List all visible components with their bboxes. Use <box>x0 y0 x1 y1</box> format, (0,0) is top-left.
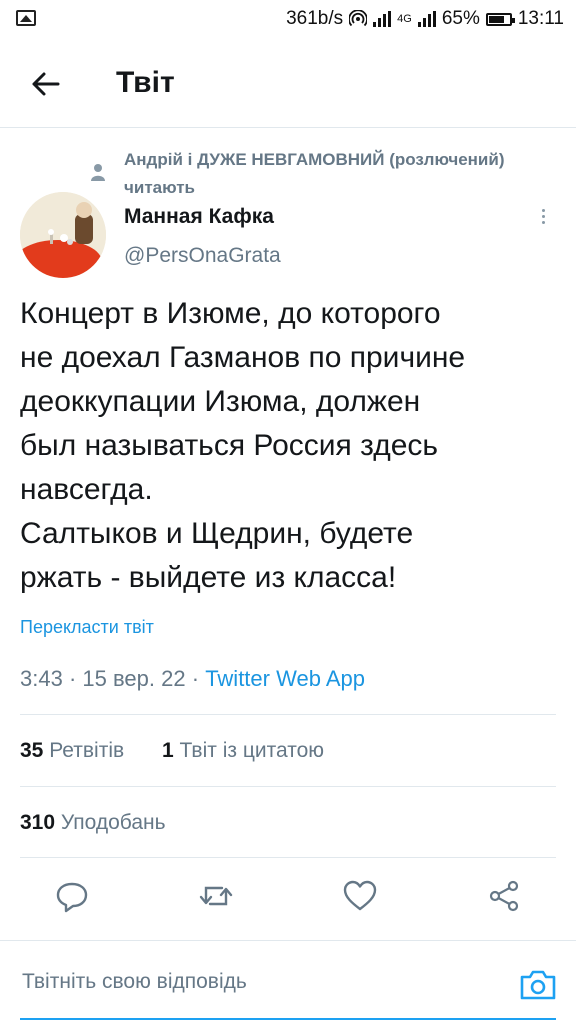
retweets-label: Ретвітів <box>49 739 125 762</box>
translate-link[interactable]: Перекласти твіт <box>20 617 154 638</box>
reply-icon <box>56 882 88 913</box>
network-type: 4G <box>397 13 412 25</box>
battery-icon <box>485 12 515 26</box>
like-button[interactable] <box>340 876 380 916</box>
meta-dot: · <box>68 666 83 691</box>
heart-icon <box>343 880 377 911</box>
battery-percent: 65% <box>441 8 480 29</box>
share-icon <box>489 880 519 912</box>
retweet-button[interactable] <box>196 876 236 916</box>
retweets-count: 35 <box>20 739 44 762</box>
tweet-time: 3:43 <box>20 666 63 691</box>
quotes-label: Твіт із цитатою <box>179 739 325 762</box>
author-handle[interactable]: @PersOnaGrata <box>124 244 281 268</box>
reply-underline <box>20 1018 556 1020</box>
tweet-text: Концерт в Изюме, до которого не доехал Г… <box>20 297 466 594</box>
hotspot-icon <box>349 10 368 27</box>
signal-icon <box>373 11 392 27</box>
quotes-count: 1 <box>162 739 174 762</box>
status-bar: 361b/s 4G 65% 13:11 <box>0 0 576 40</box>
tweet-meta: 3:43 · 15 вер. 22 · Twitter Web App <box>20 666 365 692</box>
header-divider <box>0 127 576 128</box>
arrow-left-icon <box>32 72 60 96</box>
signal-icon-2 <box>417 11 436 27</box>
reply-button[interactable] <box>52 876 92 916</box>
author-name[interactable]: Манная Кафка <box>124 205 274 229</box>
more-vertical-icon <box>536 209 550 224</box>
share-button[interactable] <box>484 876 524 916</box>
network-speed: 361b/s <box>286 8 344 29</box>
avatar-illustration <box>20 192 106 278</box>
camera-icon <box>520 970 556 1000</box>
camera-button[interactable] <box>518 966 558 1002</box>
divider <box>20 714 556 715</box>
more-options-button[interactable] <box>536 206 550 232</box>
likes-stat[interactable]: 310 Уподобань <box>20 811 166 835</box>
likes-count: 310 <box>20 811 56 834</box>
retweets-stat[interactable]: 35 Ретвітів <box>20 739 124 763</box>
status-bar-right: 361b/s 4G 65% 13:11 <box>286 7 564 31</box>
reply-divider <box>0 940 576 941</box>
back-button[interactable] <box>24 62 68 106</box>
social-context[interactable]: Андрій і ДУЖЕ НЕВГАМОВНИЙ (розлючений) ч… <box>124 146 572 202</box>
reply-input[interactable]: Твітніть свою відповідь <box>22 970 247 994</box>
person-icon <box>91 164 105 181</box>
avatar[interactable] <box>20 192 106 278</box>
meta-dot: · <box>191 666 206 691</box>
retweet-icon <box>199 886 233 906</box>
tweet-date: 15 вер. 22 <box>82 666 186 691</box>
clock: 13:11 <box>517 8 564 29</box>
divider <box>20 857 556 858</box>
page-title: Твіт <box>116 66 175 99</box>
likes-label: Уподобань <box>60 811 166 834</box>
divider <box>20 786 556 787</box>
tweet-source[interactable]: Twitter Web App <box>205 666 365 691</box>
image-notification-icon <box>16 10 36 26</box>
quotes-stat[interactable]: 1 Твіт із цитатою <box>162 739 324 763</box>
